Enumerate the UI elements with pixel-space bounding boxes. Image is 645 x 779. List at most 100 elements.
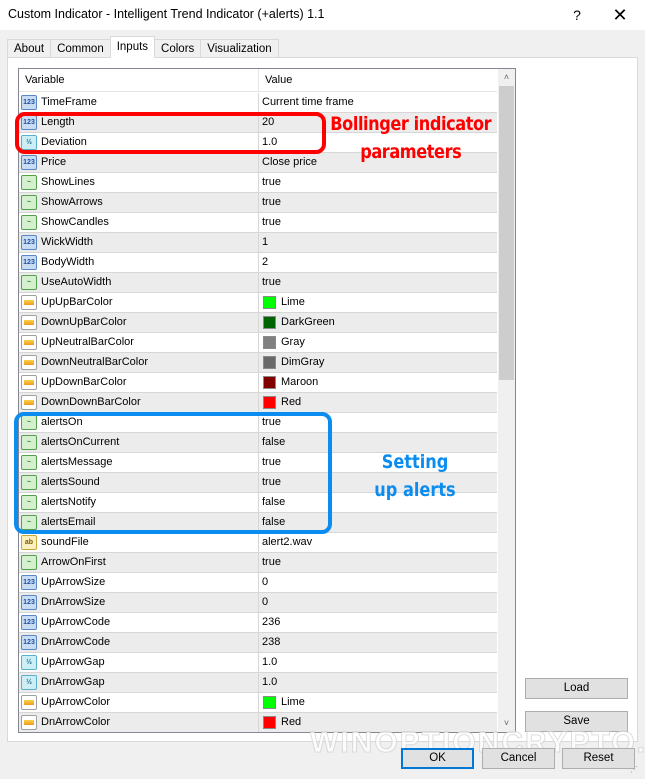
alerts-annotation: Setting up alerts — [374, 451, 456, 501]
boolean-type-icon: ~ — [21, 555, 37, 570]
load-button[interactable]: Load — [525, 678, 628, 699]
table-row[interactable]: ~ UseAutoWidth true — [19, 273, 497, 293]
variable-cell: 123 UpArrowCode — [19, 613, 259, 632]
title-bar: Custom Indicator - Intelligent Trend Ind… — [0, 0, 645, 30]
variable-name: UpArrowSize — [41, 576, 106, 588]
value-cell[interactable]: 1.0 — [260, 673, 497, 692]
table-row[interactable]: UpNeutralBarColor Gray — [19, 333, 497, 353]
string-type-icon: ab — [21, 535, 37, 550]
variable-name: DnArrowGap — [41, 676, 105, 688]
color-type-icon — [21, 295, 37, 310]
value-cell[interactable]: Lime — [260, 293, 497, 312]
table-row[interactable]: UpDownBarColor Maroon — [19, 373, 497, 393]
table-row[interactable]: ½ DnArrowGap 1.0 — [19, 673, 497, 693]
column-header-value[interactable]: Value — [259, 69, 497, 92]
variable-cell: 123 UpArrowSize — [19, 573, 259, 592]
value-cell[interactable]: true — [260, 273, 497, 292]
variable-cell: ~ ShowCandles — [19, 213, 259, 232]
variable-value: Maroon — [281, 376, 319, 388]
table-row[interactable]: ~ ShowCandles true — [19, 213, 497, 233]
value-cell[interactable]: 0 — [260, 593, 497, 612]
value-cell[interactable]: 0 — [260, 573, 497, 592]
boolean-type-icon: ~ — [21, 175, 37, 190]
window-title: Custom Indicator - Intelligent Trend Ind… — [8, 7, 325, 21]
variable-value: Current time frame — [262, 96, 354, 108]
color-type-icon — [21, 715, 37, 730]
value-cell[interactable]: 238 — [260, 633, 497, 652]
boolean-type-icon: ~ — [21, 215, 37, 230]
value-cell[interactable]: Gray — [260, 333, 497, 352]
value-cell[interactable]: 236 — [260, 613, 497, 632]
tab-strip: About Common Inputs Colors Visualization — [7, 36, 279, 58]
variable-cell: 123 TimeFrame — [19, 93, 259, 112]
tab-visualization[interactable]: Visualization — [200, 39, 279, 58]
value-cell[interactable]: 2 — [260, 253, 497, 272]
value-cell[interactable]: true — [260, 173, 497, 192]
tab-common[interactable]: Common — [50, 39, 111, 58]
integer-type-icon: 123 — [21, 635, 37, 650]
table-row[interactable]: 123 UpArrowSize 0 — [19, 573, 497, 593]
vertical-scrollbar[interactable]: ˄ ˅ — [498, 69, 515, 732]
table-row[interactable]: DownDownBarColor Red — [19, 393, 497, 413]
scroll-thumb[interactable] — [499, 86, 514, 380]
value-cell[interactable]: DarkGreen — [260, 313, 497, 332]
table-row[interactable]: UpUpBarColor Lime — [19, 293, 497, 313]
value-cell[interactable]: true — [260, 193, 497, 212]
table-row[interactable]: ~ ArrowOnFirst true — [19, 553, 497, 573]
variable-cell: DnArrowColor — [19, 713, 259, 732]
scroll-up-arrow-icon[interactable]: ˄ — [498, 69, 515, 86]
tab-inputs[interactable]: Inputs — [109, 36, 156, 58]
variable-value: 0 — [262, 576, 269, 588]
table-row[interactable]: UpArrowColor Lime — [19, 693, 497, 713]
variable-name: ShowArrows — [41, 196, 103, 208]
value-cell[interactable]: 1.0 — [260, 653, 497, 672]
value-cell[interactable]: Maroon — [260, 373, 497, 392]
table-row[interactable]: ~ ShowArrows true — [19, 193, 497, 213]
value-cell[interactable]: DimGray — [260, 353, 497, 372]
table-row[interactable]: ~ ShowLines true — [19, 173, 497, 193]
table-row[interactable]: ab soundFile alert2.wav — [19, 533, 497, 553]
color-type-icon — [21, 355, 37, 370]
close-button[interactable]: ✕ — [602, 3, 638, 27]
table-row[interactable]: 123 DnArrowSize 0 — [19, 593, 497, 613]
value-cell[interactable]: alert2.wav — [260, 533, 497, 552]
resize-grip-icon[interactable]: ⋰ — [630, 765, 642, 777]
table-row[interactable]: 123 BodyWidth 2 — [19, 253, 497, 273]
color-swatch — [263, 336, 276, 349]
variable-value: 238 — [262, 636, 281, 648]
table-row[interactable]: ½ UpArrowGap 1.0 — [19, 653, 497, 673]
color-type-icon — [21, 335, 37, 350]
variable-cell: ~ ShowLines — [19, 173, 259, 192]
variable-value: true — [262, 276, 281, 288]
table-row[interactable]: 123 WickWidth 1 — [19, 233, 497, 253]
tab-about[interactable]: About — [7, 39, 52, 58]
variable-name: TimeFrame — [41, 96, 97, 108]
value-cell[interactable]: Red — [260, 393, 497, 412]
table-row[interactable]: DownUpBarColor DarkGreen — [19, 313, 497, 333]
variable-value: Lime — [281, 296, 305, 308]
value-cell[interactable]: Lime — [260, 693, 497, 712]
value-cell[interactable]: 1 — [260, 233, 497, 252]
variable-cell: 123 DnArrowCode — [19, 633, 259, 652]
color-swatch — [263, 356, 276, 369]
variable-value: true — [262, 176, 281, 188]
color-type-icon — [21, 375, 37, 390]
variable-name: BodyWidth — [41, 256, 95, 268]
double-type-icon: ½ — [21, 675, 37, 690]
variable-cell: ~ UseAutoWidth — [19, 273, 259, 292]
table-row[interactable]: DownNeutralBarColor DimGray — [19, 353, 497, 373]
table-row[interactable]: 123 UpArrowCode 236 — [19, 613, 497, 633]
variable-cell: ½ UpArrowGap — [19, 653, 259, 672]
cancel-button[interactable]: Cancel — [482, 748, 555, 769]
help-button[interactable]: ? — [564, 3, 590, 27]
variable-name: UseAutoWidth — [41, 276, 112, 288]
inputs-grid: Variable Value 123 TimeFrame Current time … — [18, 68, 516, 733]
column-header-variable[interactable]: Variable — [19, 69, 259, 92]
reset-button[interactable]: Reset — [562, 748, 635, 769]
tab-colors[interactable]: Colors — [154, 39, 202, 58]
table-row[interactable]: 123 DnArrowCode 238 — [19, 633, 497, 653]
ok-button[interactable]: OK — [401, 748, 474, 769]
value-cell[interactable]: true — [260, 553, 497, 572]
value-cell[interactable]: true — [260, 213, 497, 232]
grid-header: Variable Value — [19, 69, 497, 92]
